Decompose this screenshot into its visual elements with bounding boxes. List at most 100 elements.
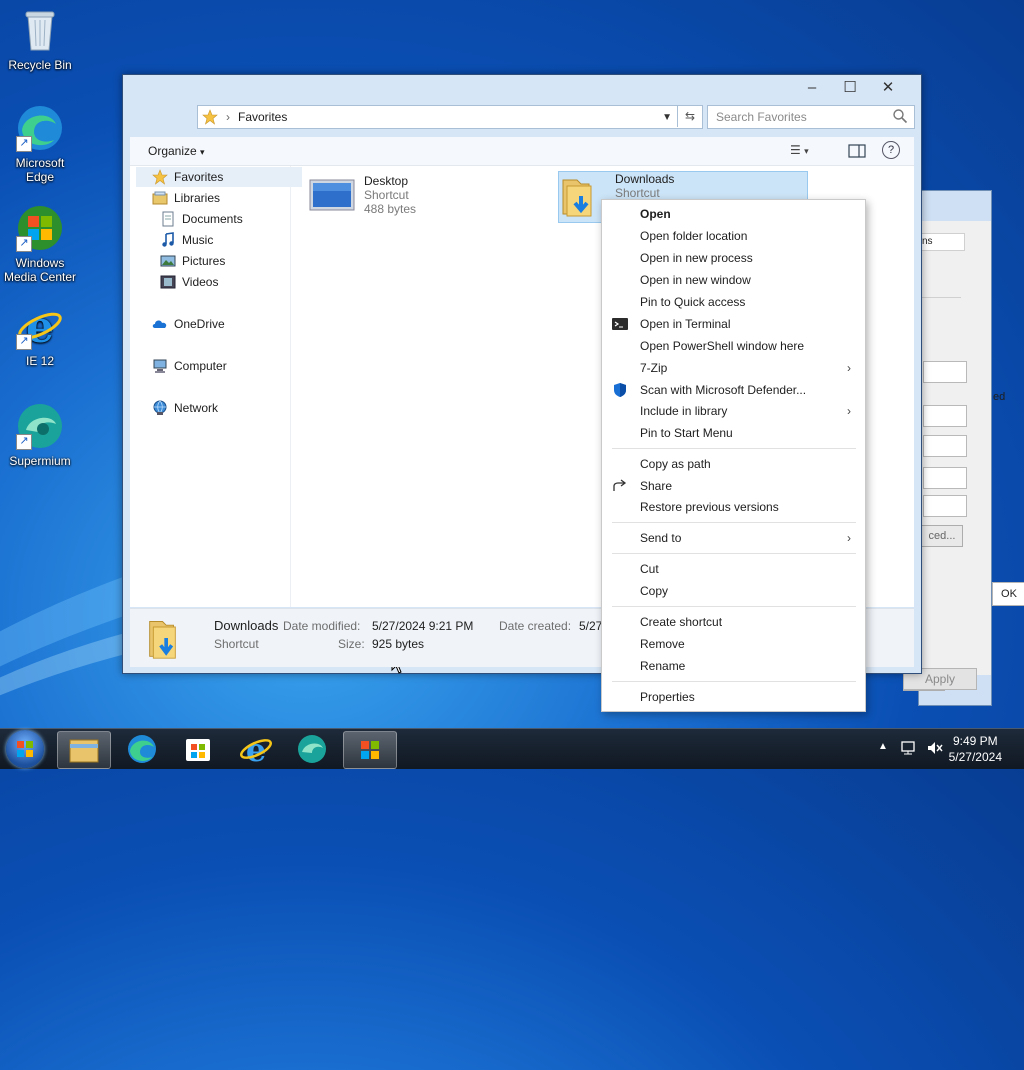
refresh-button[interactable]: ⇆ [677,105,702,127]
menu-item-copy[interactable]: Copy [602,580,865,602]
menu-label: Remove [640,637,685,651]
nav-item-favorites[interactable]: Favorites [136,167,302,187]
nav-label: Videos [182,275,219,289]
menu-item-copy-path[interactable]: Copy as path [602,453,865,475]
menu-item-open-terminal[interactable]: Open in Terminal [602,313,865,335]
nav-label: Network [174,401,219,415]
chevron-down-icon[interactable]: ▼ [662,112,672,123]
nav-label: OneDrive [174,317,225,331]
nav-item-libraries[interactable]: Libraries [152,188,220,208]
close-button[interactable]: ✕ [869,77,907,99]
system-clock[interactable]: 9:49 PM 5/27/2024 [949,733,1002,765]
menu-item-include-library[interactable]: Include in library › [602,400,865,422]
desktop-icon-recycle-bin[interactable]: Recycle Bin [0,6,80,72]
menu-item-open-new-window[interactable]: Open in new window [602,269,865,291]
desktop-icon-edge[interactable]: ↗ Microsoft Edge [0,104,80,184]
star-icon [202,109,218,125]
taskbar-store-button[interactable] [172,731,224,767]
desktop-icon-supermium[interactable]: ↗ Supermium [0,402,80,468]
search-icon[interactable] [892,108,908,127]
menu-label: Share [640,479,673,493]
taskbar-ie-button[interactable]: e [230,731,282,769]
menu-item-cut[interactable]: Cut [602,558,865,580]
nav-item-computer[interactable]: Computer [152,356,227,376]
nav-item-network[interactable]: Network [152,398,218,418]
desktop-icon-label: Windows Media Center [3,256,77,284]
media-center-icon: ↗ [16,204,64,252]
breadcrumb-favorites[interactable]: Favorites [238,110,287,124]
menu-item-open-new-process[interactable]: Open in new process [602,247,865,269]
nav-item-music[interactable]: Music [160,230,213,250]
network-status-icon[interactable] [900,739,918,760]
dialog-dropdown[interactable] [923,467,967,489]
downloads-folder-icon [146,613,190,666]
date-created-label: Date created: [499,619,572,633]
context-menu[interactable]: Open Open folder location Open in new pr… [601,199,866,712]
menu-item-open-folder-location[interactable]: Open folder location [602,225,865,247]
menu-item-pin-start[interactable]: Pin to Start Menu [602,422,865,444]
organize-label: Organize [148,144,197,158]
videos-icon [160,274,176,290]
nav-label: Pictures [182,254,226,268]
help-icon[interactable]: ? [882,141,900,159]
search-box[interactable]: Search Favorites [707,105,915,129]
nav-item-documents[interactable]: Documents [160,209,243,229]
menu-item-properties[interactable]: Properties [602,686,865,708]
terminal-icon [612,316,628,332]
menu-item-send-to[interactable]: Send to › [602,527,865,549]
nav-item-videos[interactable]: Videos [160,272,218,292]
nav-item-pictures[interactable]: Pictures [160,251,225,271]
file-item-desktop[interactable]: Desktop Shortcut 488 bytes [308,174,416,216]
address-bar[interactable]: › Favorites ▼ [197,105,703,129]
search-input[interactable]: Search Favorites [716,110,807,124]
dialog-field[interactable] [923,405,967,427]
file-name: Downloads [615,172,675,186]
dialog-field[interactable] [923,495,967,517]
dialog-field[interactable] [923,361,967,383]
dialog-tab-fragment[interactable]: ns [921,233,965,251]
view-options-icon[interactable]: ☰ ▾ [790,143,809,157]
menu-label: Copy as path [640,457,711,471]
taskbar-explorer-button[interactable] [57,731,111,769]
menu-item-pin-quick-access[interactable]: Pin to Quick access [602,291,865,313]
advanced-button[interactable]: ced... [921,525,963,547]
menu-separator [612,448,856,449]
start-button[interactable] [6,730,44,768]
chevron-right-icon: › [847,531,851,545]
menu-label: Open in new process [640,251,753,265]
nav-label: Computer [174,359,227,373]
organize-menu[interactable]: Organize ▾ [148,144,205,158]
menu-item-create-shortcut[interactable]: Create shortcut [602,611,865,633]
menu-item-7zip[interactable]: 7-Zip › [602,357,865,379]
taskbar-supermium-button[interactable] [286,731,338,767]
taskbar-edge-button[interactable] [116,731,168,767]
menu-label: Scan with Microsoft Defender... [640,383,807,397]
menu-item-restore-versions[interactable]: Restore previous versions [602,496,865,518]
nav-label: Music [182,233,214,247]
minimize-button[interactable]: – [793,77,831,99]
menu-item-remove[interactable]: Remove [602,633,865,655]
show-hidden-icons-button[interactable]: ▲ [878,741,888,752]
menu-item-scan-defender[interactable]: Scan with Microsoft Defender... [602,379,865,401]
menu-separator [612,681,856,682]
nav-item-onedrive[interactable]: OneDrive [152,314,225,334]
desktop-icon-label: Recycle Bin [8,58,72,72]
volume-muted-icon[interactable] [926,739,944,760]
menu-item-open[interactable]: Open [602,203,865,225]
dialog-field[interactable] [923,435,967,457]
background-properties-dialog[interactable]: ns ed ced... el [903,190,1005,706]
taskbar-media-center-button[interactable] [343,731,397,769]
menu-item-share[interactable]: Share [602,475,865,497]
menu-item-rename[interactable]: Rename [602,655,865,677]
maximize-button[interactable]: ☐ [831,77,869,99]
desktop-icon-ie[interactable]: e ↗ IE 12 [0,302,80,368]
file-type: Shortcut [615,186,660,200]
preview-pane-icon[interactable] [848,143,866,162]
size-value: 925 bytes [372,637,425,651]
menu-item-open-powershell[interactable]: Open PowerShell window here [602,335,865,357]
nav-label: Favorites [174,170,224,184]
ok-button[interactable]: OK [992,582,1024,606]
desktop-icon-media-center[interactable]: ↗ Windows Media Center [0,204,80,284]
nav-label: Libraries [174,191,221,205]
date-modified-value: 5/27/2024 9:21 PM [372,619,474,633]
